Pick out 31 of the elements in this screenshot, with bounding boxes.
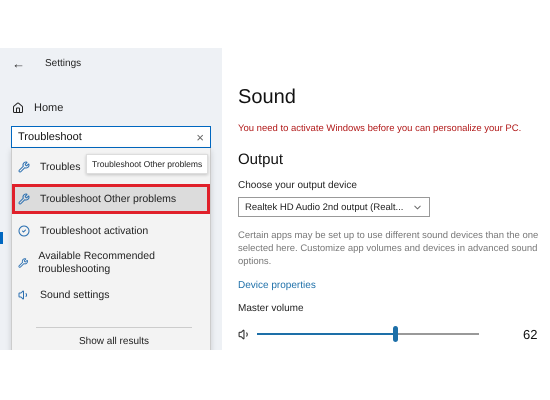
description-text: Certain apps may be set up to use different sound devices than the one selected here. Customize app volumes and devices in advanced sound options. xyxy=(238,229,540,268)
activation-warning: You need to activate Windows before you can personalize your PC. xyxy=(238,123,522,134)
search-result[interactable]: Troubleshoot Other problems xyxy=(12,184,210,214)
show-all-results-button[interactable]: Show all results xyxy=(36,327,192,350)
volume-slider[interactable] xyxy=(257,326,479,342)
back-button[interactable]: ← xyxy=(12,56,25,70)
wrench-icon xyxy=(18,257,28,269)
device-properties-link[interactable]: Device properties xyxy=(238,280,316,291)
wrench-icon xyxy=(18,193,30,205)
tooltip: Troubleshoot Other problems xyxy=(86,154,208,174)
home-icon[interactable] xyxy=(12,102,24,114)
wrench-icon xyxy=(18,161,30,173)
search-result[interactable]: Sound settings xyxy=(12,280,116,310)
slider-thumb[interactable] xyxy=(392,326,398,342)
search-result[interactable]: Troubles xyxy=(12,152,86,182)
section-heading: Output xyxy=(238,151,284,168)
check-circle-icon xyxy=(18,225,30,237)
output-device-dropdown[interactable]: Realtek HD Audio 2nd output (Realt... xyxy=(238,197,430,217)
page-title: Sound xyxy=(238,86,297,109)
field-label: Master volume xyxy=(238,303,305,314)
speaker-icon[interactable] xyxy=(238,328,251,340)
search-result[interactable]: Available Recommended troubleshooting xyxy=(12,246,210,280)
volume-reading: 62 xyxy=(523,326,538,342)
close-icon[interactable]: × xyxy=(196,130,204,144)
field-label: Choose your output device xyxy=(238,180,358,191)
speaker-icon xyxy=(18,289,30,301)
search-result[interactable]: Troubleshoot activation xyxy=(12,216,154,246)
search-field[interactable]: Troubleshoot × xyxy=(11,126,211,148)
home-link[interactable]: Home xyxy=(34,102,64,114)
window-title: Settings xyxy=(45,58,82,68)
selection-indicator xyxy=(0,232,3,244)
